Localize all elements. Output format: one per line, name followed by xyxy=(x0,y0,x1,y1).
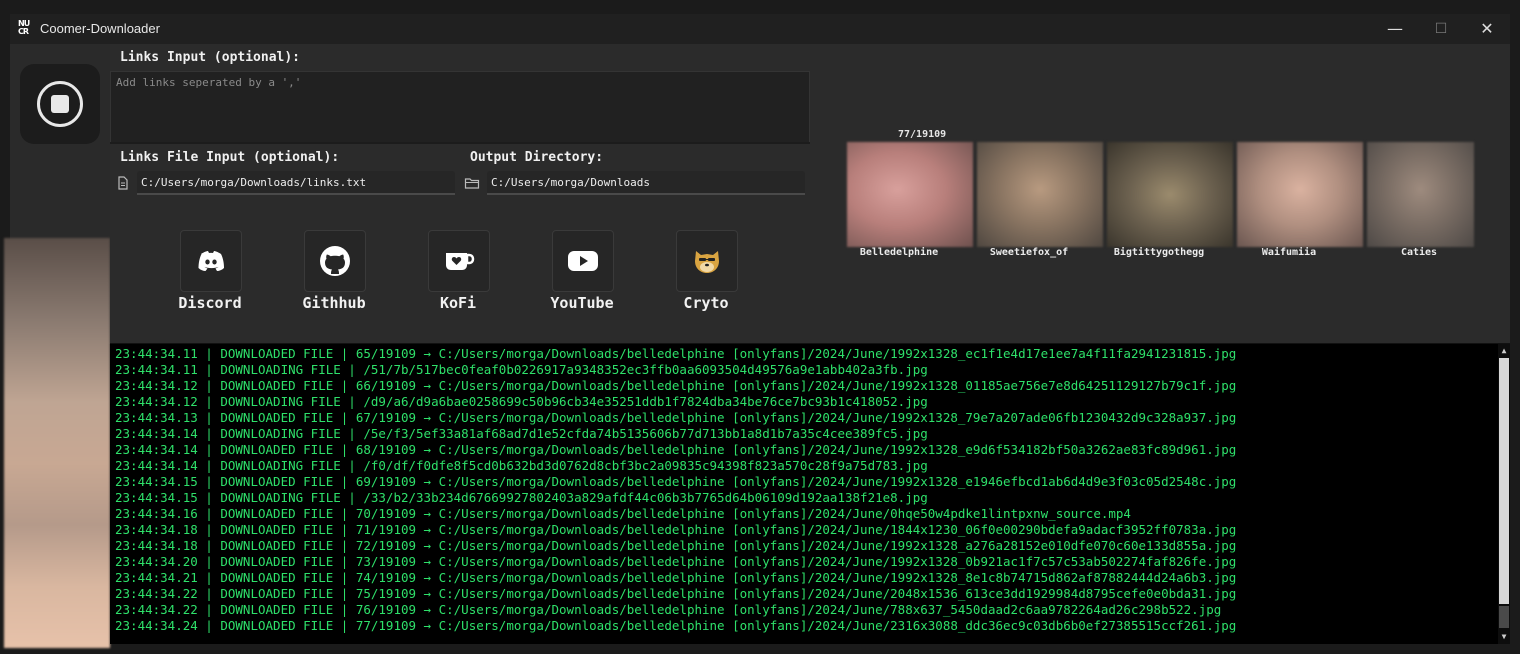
download-counter: 77/19109 xyxy=(898,129,947,140)
output-dir-input[interactable] xyxy=(487,171,805,194)
creator-name: Bigtittygothegg xyxy=(1113,247,1205,258)
doge-icon xyxy=(695,251,719,273)
github-icon xyxy=(320,246,350,276)
log-line: 23:44:34.18 | DOWNLOADED FILE | 72/19109… xyxy=(115,538,1237,553)
log-line: 23:44:34.11 | DOWNLOADED FILE | 65/19109… xyxy=(115,346,1237,361)
log-line: 23:44:34.14 | DOWNLOADED FILE | 68/19109… xyxy=(115,442,1237,457)
creator-name: Belledelphine xyxy=(859,247,939,258)
close-button[interactable]: ✕ xyxy=(1464,14,1510,44)
crypto-button[interactable] xyxy=(676,230,738,292)
links-file-label: Links File Input (optional): xyxy=(120,150,340,165)
github-label: Githhub xyxy=(302,294,366,312)
output-dir-label: Output Directory: xyxy=(470,150,604,165)
creator-name: Caties xyxy=(1400,247,1438,258)
github-button[interactable] xyxy=(304,230,366,292)
log-line: 23:44:34.11 | DOWNLOADING FILE | /51/7b/… xyxy=(115,362,928,377)
log-line: 23:44:34.14 | DOWNLOADING FILE | /f0/df/… xyxy=(115,458,928,473)
preview-image xyxy=(4,238,110,648)
kofi-icon xyxy=(446,253,475,270)
crypto-label: Cryto xyxy=(683,294,729,312)
youtube-label: YouTube xyxy=(550,294,614,312)
log-line: 23:44:34.22 | DOWNLOADED FILE | 76/19109… xyxy=(115,602,1222,617)
links-input-box[interactable] xyxy=(110,71,810,143)
output-dir-field[interactable] xyxy=(487,171,805,195)
window-title: Coomer-Downloader xyxy=(40,21,160,36)
stop-button[interactable] xyxy=(20,64,100,144)
links-input-label: Links Input (optional): xyxy=(120,50,301,65)
creator-thumbnail[interactable] xyxy=(1237,142,1363,247)
log-line: 23:44:34.15 | DOWNLOADED FILE | 69/19109… xyxy=(115,474,1237,489)
log-line: 23:44:34.14 | DOWNLOADING FILE | /5e/f3/… xyxy=(115,426,928,441)
log-line: 23:44:34.24 | DOWNLOADED FILE | 77/19109… xyxy=(115,618,1237,633)
discord-label: Discord xyxy=(178,294,242,312)
scroll-thumb[interactable] xyxy=(1499,606,1509,628)
log-line: 23:44:34.12 | DOWNLOADING FILE | /d9/a6/… xyxy=(115,394,928,409)
stop-icon xyxy=(37,81,83,127)
creator-name: Waifumiia xyxy=(1261,247,1317,258)
maximize-button[interactable]: ☐ xyxy=(1418,14,1464,44)
creator-name: Sweetiefox_of xyxy=(989,247,1069,258)
log-line: 23:44:34.15 | DOWNLOADING FILE | /33/b2/… xyxy=(115,490,928,505)
log-line: 23:44:34.22 | DOWNLOADED FILE | 75/19109… xyxy=(115,586,1237,601)
log-line: 23:44:34.12 | DOWNLOADED FILE | 66/19109… xyxy=(115,378,1237,393)
scroll-down-icon[interactable]: ▼ xyxy=(1499,632,1509,642)
creator-thumbnail[interactable] xyxy=(977,142,1103,247)
kofi-label: KoFi xyxy=(439,294,477,312)
app-window: NU CR Coomer-Downloader — ☐ ✕ Links Input… xyxy=(0,0,1520,654)
log-line: 23:44:34.16 | DOWNLOADED FILE | 70/19109… xyxy=(115,506,1131,521)
file-icon[interactable] xyxy=(115,175,131,191)
discord-icon xyxy=(198,251,224,271)
log-output: 23:44:34.11 | DOWNLOADED FILE | 65/19109… xyxy=(115,346,1495,634)
log-line: 23:44:34.18 | DOWNLOADED FILE | 71/19109… xyxy=(115,522,1237,537)
divider xyxy=(110,142,810,144)
log-console[interactable]: 23:44:34.11 | DOWNLOADED FILE | 65/19109… xyxy=(110,344,1510,644)
youtube-icon xyxy=(568,251,598,271)
log-scrollbar[interactable]: ▲ ▼ xyxy=(1498,344,1510,644)
folder-icon[interactable] xyxy=(464,175,480,191)
kofi-button[interactable] xyxy=(428,230,490,292)
creator-thumbnail[interactable] xyxy=(1367,142,1474,247)
youtube-button[interactable] xyxy=(552,230,614,292)
main-panel: Links Input (optional): Links File Input… xyxy=(110,44,1510,344)
links-file-field[interactable] xyxy=(137,171,455,195)
log-line: 23:44:34.21 | DOWNLOADED FILE | 74/19109… xyxy=(115,570,1237,585)
title-bar[interactable]: NU CR Coomer-Downloader — ☐ ✕ xyxy=(10,14,1510,44)
creator-thumbnail[interactable] xyxy=(1107,142,1233,247)
log-line: 23:44:34.20 | DOWNLOADED FILE | 73/19109… xyxy=(115,554,1237,569)
log-line: 23:44:34.13 | DOWNLOADED FILE | 67/19109… xyxy=(115,410,1237,425)
app-logo-icon: NU CR xyxy=(18,19,30,36)
creator-thumbnail[interactable] xyxy=(847,142,973,247)
links-input[interactable] xyxy=(111,72,809,142)
links-file-input[interactable] xyxy=(137,171,455,194)
minimize-button[interactable]: — xyxy=(1372,14,1418,44)
discord-button[interactable] xyxy=(180,230,242,292)
scroll-up-icon[interactable]: ▲ xyxy=(1499,346,1509,356)
scroll-track[interactable] xyxy=(1499,358,1509,604)
